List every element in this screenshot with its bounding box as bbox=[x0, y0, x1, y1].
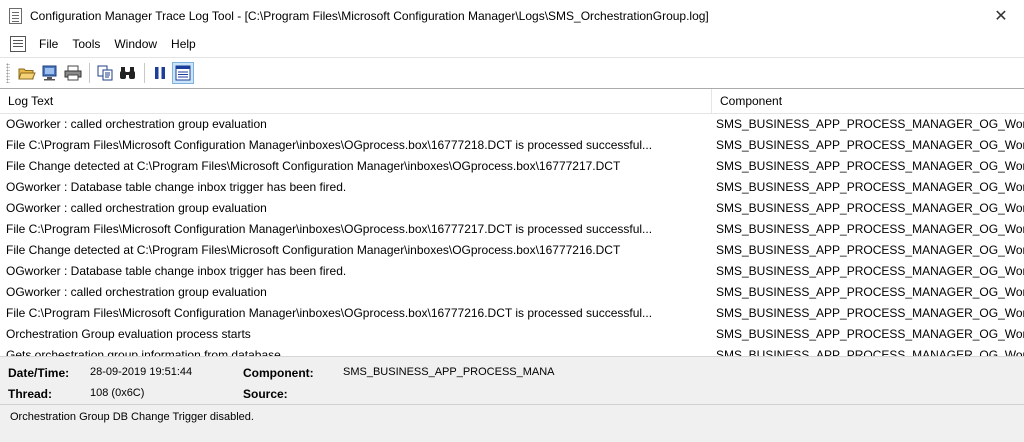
component-cell: SMS_BUSINESS_APP_PROCESS_MANAGER_OG_Worl bbox=[716, 243, 1024, 257]
column-header-component[interactable]: Component bbox=[712, 89, 1024, 114]
log-text-cell: OGworker : Database table change inbox t… bbox=[6, 264, 347, 278]
copy-icon[interactable] bbox=[94, 62, 116, 84]
component-cell: SMS_BUSINESS_APP_PROCESS_MANAGER_OG_Worl bbox=[716, 201, 1024, 215]
toolbar-grip[interactable] bbox=[6, 62, 10, 83]
log-text-cell: OGworker : Database table change inbox t… bbox=[6, 180, 347, 194]
component-cell: SMS_BUSINESS_APP_PROCESS_MANAGER_OG_Worl bbox=[716, 159, 1024, 173]
component-cell: SMS_BUSINESS_APP_PROCESS_MANAGER_OG_Worl bbox=[716, 285, 1024, 299]
datetime-label: Date/Time: bbox=[8, 366, 70, 380]
menu-help[interactable]: Help bbox=[164, 32, 203, 56]
log-text-cell: Gets orchestration group information fro… bbox=[6, 348, 281, 356]
component-cell: SMS_BUSINESS_APP_PROCESS_MANAGER_OG_Worl bbox=[716, 348, 1024, 356]
log-text-cell: File C:\Program Files\Microsoft Configur… bbox=[6, 138, 653, 152]
table-row[interactable]: OGworker : Database table change inbox t… bbox=[0, 261, 1024, 282]
table-row[interactable]: Orchestration Group evaluation process s… bbox=[0, 324, 1024, 345]
open-folder-icon[interactable] bbox=[16, 62, 38, 84]
table-row[interactable]: File Change detected at C:\Program Files… bbox=[0, 240, 1024, 261]
log-text-cell: File Change detected at C:\Program Files… bbox=[6, 159, 621, 173]
component-label: Component: bbox=[243, 366, 314, 380]
log-text-cell: File Change detected at C:\Program Files… bbox=[6, 243, 621, 257]
table-row[interactable]: OGworker : called orchestration group ev… bbox=[0, 114, 1024, 135]
message-pane[interactable]: Orchestration Group DB Change Trigger di… bbox=[0, 404, 1024, 442]
component-value: SMS_BUSINESS_APP_PROCESS_MANA bbox=[343, 366, 555, 378]
component-cell: SMS_BUSINESS_APP_PROCESS_MANAGER_OG_Worl bbox=[716, 306, 1024, 320]
log-text-cell: OGworker : called orchestration group ev… bbox=[6, 201, 267, 215]
table-row[interactable]: OGworker : Database table change inbox t… bbox=[0, 177, 1024, 198]
component-cell: SMS_BUSINESS_APP_PROCESS_MANAGER_OG_Worl bbox=[716, 222, 1024, 236]
table-row[interactable]: File C:\Program Files\Microsoft Configur… bbox=[0, 135, 1024, 156]
log-text-cell: OGworker : called orchestration group ev… bbox=[6, 285, 267, 299]
thread-value: 108 (0x6C) bbox=[90, 387, 145, 399]
app-icon bbox=[8, 8, 24, 24]
log-grid[interactable]: Log Text Component OGworker : called orc… bbox=[0, 88, 1024, 356]
document-menu-icon[interactable] bbox=[10, 36, 26, 52]
print-icon[interactable] bbox=[62, 62, 84, 84]
component-cell: SMS_BUSINESS_APP_PROCESS_MANAGER_OG_Worl bbox=[716, 327, 1024, 341]
table-row[interactable]: Gets orchestration group information fro… bbox=[0, 345, 1024, 356]
table-row[interactable]: File C:\Program Files\Microsoft Configur… bbox=[0, 219, 1024, 240]
log-text-cell: File C:\Program Files\Microsoft Configur… bbox=[6, 222, 653, 236]
menu-bar: File Tools Window Help bbox=[0, 32, 1024, 56]
log-text-cell: OGworker : called orchestration group ev… bbox=[6, 117, 267, 131]
component-cell: SMS_BUSINESS_APP_PROCESS_MANAGER_OG_Worl bbox=[716, 117, 1024, 131]
details-pane: Date/Time: 28-09-2019 19:51:44 Component… bbox=[0, 356, 1024, 404]
title-bar: Configuration Manager Trace Log Tool - [… bbox=[0, 0, 1024, 32]
pause-icon[interactable] bbox=[149, 62, 171, 84]
component-cell: SMS_BUSINESS_APP_PROCESS_MANAGER_OG_Worl bbox=[716, 264, 1024, 278]
filter-icon[interactable] bbox=[172, 61, 194, 84]
menu-window[interactable]: Window bbox=[107, 32, 164, 56]
menu-file[interactable]: File bbox=[32, 32, 65, 56]
toolbar bbox=[0, 57, 1024, 87]
table-row[interactable]: OGworker : called orchestration group ev… bbox=[0, 282, 1024, 303]
grid-header: Log Text Component bbox=[0, 89, 1024, 114]
close-button[interactable]: ✕ bbox=[978, 0, 1024, 32]
thread-label: Thread: bbox=[8, 387, 53, 401]
column-header-log-text[interactable]: Log Text bbox=[0, 89, 712, 114]
component-cell: SMS_BUSINESS_APP_PROCESS_MANAGER_OG_Worl bbox=[716, 180, 1024, 194]
table-row[interactable]: OGworker : called orchestration group ev… bbox=[0, 198, 1024, 219]
open-remote-icon[interactable] bbox=[39, 62, 61, 84]
table-row[interactable]: File Change detected at C:\Program Files… bbox=[0, 156, 1024, 177]
component-cell: SMS_BUSINESS_APP_PROCESS_MANAGER_OG_Worl bbox=[716, 138, 1024, 152]
message-text: Orchestration Group DB Change Trigger di… bbox=[10, 411, 254, 423]
log-text-cell: File C:\Program Files\Microsoft Configur… bbox=[6, 306, 653, 320]
toolbar-separator bbox=[144, 62, 145, 83]
datetime-value: 28-09-2019 19:51:44 bbox=[90, 366, 193, 378]
toolbar-separator bbox=[89, 62, 90, 83]
table-row[interactable]: File C:\Program Files\Microsoft Configur… bbox=[0, 303, 1024, 324]
menu-tools[interactable]: Tools bbox=[65, 32, 107, 56]
window-title: Configuration Manager Trace Log Tool - [… bbox=[30, 9, 709, 23]
log-text-cell: Orchestration Group evaluation process s… bbox=[6, 327, 251, 341]
find-icon[interactable] bbox=[117, 62, 139, 84]
source-label: Source: bbox=[243, 387, 288, 401]
